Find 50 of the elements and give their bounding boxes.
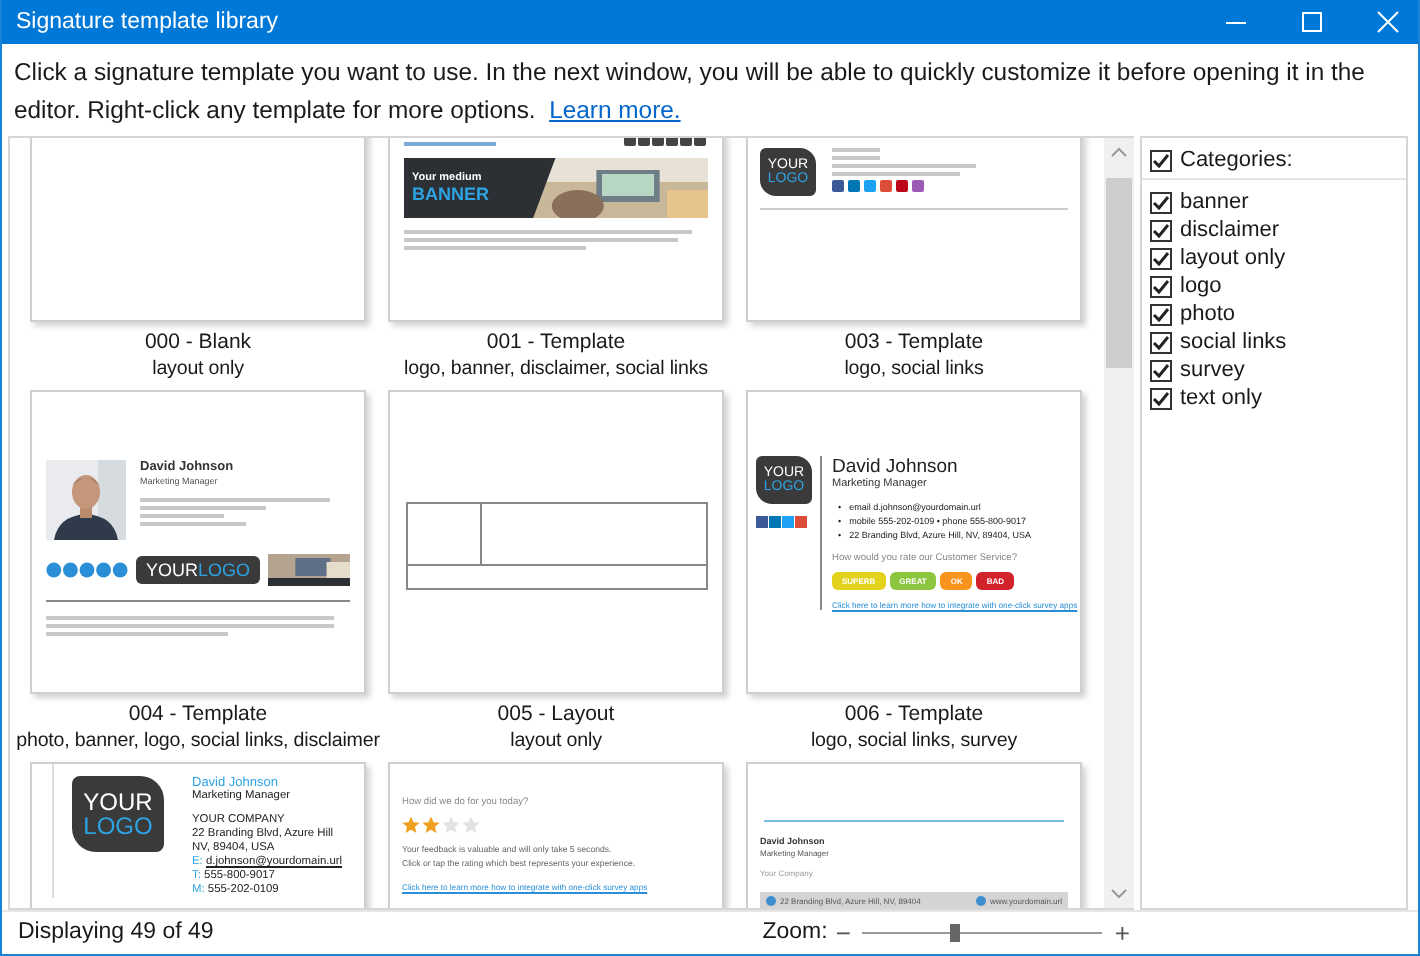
star-icon[interactable]	[462, 816, 480, 834]
close-icon[interactable]	[1376, 10, 1400, 34]
category-checkbox[interactable]: survey	[1142, 356, 1406, 384]
template-tags: layout only	[510, 728, 602, 756]
category-checkbox[interactable]: banner	[1142, 188, 1406, 216]
template-tags: logo, banner, disclaimer, social links	[404, 356, 708, 384]
slider-thumb[interactable]	[950, 923, 961, 941]
category-checkbox[interactable]: logo	[1142, 272, 1406, 300]
star-icon[interactable]	[442, 816, 460, 834]
scroll-up-icon[interactable]	[1110, 146, 1128, 158]
person-name: David Johnson	[832, 456, 960, 478]
window-title: Signature template library	[16, 10, 279, 34]
intro-text: Click a signature template you want to use. In the next window, you will be able to quickly customize it before opening it in the editor. Right-click any template for more options. Learn more.	[12, 56, 1367, 128]
scroll-down-icon[interactable]	[1110, 888, 1128, 900]
zoom-in-button[interactable]: +	[1114, 917, 1130, 947]
template-tags: layout only	[152, 356, 244, 384]
template-thumbnail[interactable]	[746, 390, 1082, 694]
category-checkbox[interactable]: disclaimer	[1142, 216, 1406, 244]
learn-more-link[interactable]: Learn more.	[549, 96, 681, 124]
check-icon	[1152, 151, 1170, 169]
star-rating[interactable]	[402, 816, 480, 834]
logo-badge: YOUR LOGO	[72, 776, 164, 852]
template-name: 001 - Template	[486, 328, 626, 356]
template-thumbnail[interactable]	[388, 390, 724, 694]
scroll-thumb[interactable]	[1106, 178, 1132, 368]
template-tags: logo, social links, survey	[810, 728, 1018, 756]
scrollbar[interactable]	[1104, 138, 1134, 908]
categories-checkbox[interactable]: Categories:	[1142, 138, 1406, 180]
template-tags: photo, banner, logo, social links, disclaimer	[16, 728, 380, 756]
social-icons	[46, 562, 128, 578]
template-name: 003 - Template	[844, 328, 984, 356]
zoom-label: Zoom:	[762, 920, 828, 944]
star-icon[interactable]	[402, 816, 420, 834]
status-text: Displaying 49 of 49	[18, 920, 214, 944]
template-name: 004 - Template	[128, 700, 268, 728]
template-name: 005 - Layout	[497, 700, 615, 728]
category-checkbox[interactable]: photo	[1142, 300, 1406, 328]
logo-badge: YOURLOGO	[135, 556, 261, 584]
category-checkbox[interactable]: text only	[1142, 384, 1406, 412]
star-icon[interactable]	[422, 816, 440, 834]
banner-word: BANNER	[412, 184, 492, 204]
template-tags: logo, social links	[844, 356, 984, 384]
social-icons	[756, 516, 808, 528]
social-icons	[832, 180, 924, 192]
template-name: 006 - Template	[844, 700, 984, 728]
category-checkbox[interactable]: social links	[1142, 328, 1406, 356]
zoom-out-button[interactable]: −	[835, 917, 851, 947]
category-checkbox[interactable]: layout only	[1142, 244, 1406, 272]
maximize-icon[interactable]	[1300, 10, 1324, 34]
template-name: 000 - Blank	[144, 328, 252, 356]
